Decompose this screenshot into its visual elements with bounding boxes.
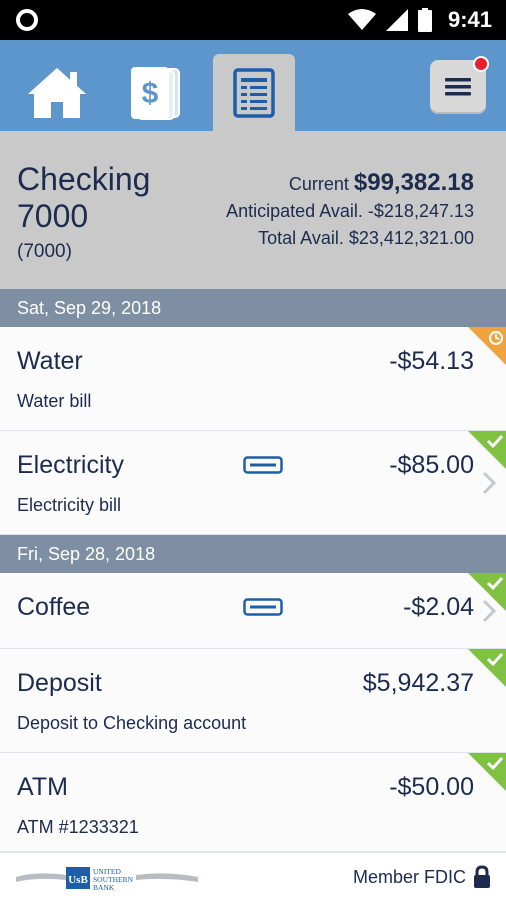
tab-transfers[interactable]: $ (114, 54, 196, 131)
transaction-row-coffee[interactable]: Coffee -$2.04 (0, 573, 506, 649)
anticipated-balance-row: Anticipated Avail. -$218,247.13 (226, 198, 474, 225)
top-navigation: $ (0, 40, 506, 131)
cell-signal-icon (385, 9, 408, 31)
cleared-check-icon (468, 649, 506, 687)
register-list-icon (233, 67, 275, 118)
account-summary: Checking 7000 (7000) Current $99,382.18 … (0, 131, 506, 289)
transaction-title: Electricity (17, 451, 124, 479)
svg-text:BANK: BANK (93, 883, 115, 892)
hamburger-menu-icon (445, 78, 471, 96)
transaction-amount: -$2.04 (403, 593, 474, 621)
transaction-description: Electricity bill (17, 495, 122, 515)
current-balance: $99,382.18 (353, 169, 474, 196)
date-header: Sat, Sep 29, 2018 (0, 289, 506, 327)
anticipated-balance: -$218,247.13 (367, 201, 474, 221)
footer: UsB UNITED SOUTHERN BANK Member FDIC (0, 852, 506, 900)
tab-home[interactable] (16, 54, 98, 131)
card-transaction-icon (243, 598, 283, 616)
cleared-check-icon (468, 753, 506, 791)
chevron-right-icon (482, 471, 496, 495)
card-transaction-icon (243, 456, 283, 474)
transaction-description: Water bill (17, 391, 92, 411)
transaction-amount: -$50.00 (389, 773, 474, 801)
total-available-label: Total Avail. (258, 228, 344, 248)
transaction-title: Water (17, 347, 83, 375)
svg-text:UsB: UsB (68, 874, 88, 886)
account-balances: Current $99,382.18 Anticipated Avail. -$… (226, 169, 474, 252)
status-bar: 9:41 (0, 0, 506, 40)
notification-badge (473, 56, 489, 72)
transaction-title: Deposit (17, 669, 102, 697)
transaction-row-electricity[interactable]: Electricity Electricity bill -$85.00 (0, 431, 506, 535)
status-icons: 9:41 (347, 0, 492, 40)
cleared-check-icon (468, 573, 506, 611)
transaction-amount: -$85.00 (389, 451, 474, 479)
anticipated-label: Anticipated Avail. (226, 201, 363, 221)
current-label: Current (288, 174, 349, 194)
transaction-description: Deposit to Checking account (17, 713, 247, 733)
account-number: (7000) (17, 241, 72, 262)
menu-button[interactable] (430, 56, 489, 114)
total-available-row: Total Avail. $23,412,321.00 (226, 225, 474, 252)
member-fdic-label: Member FDIC (352, 867, 466, 887)
cleared-check-icon (468, 431, 506, 469)
transaction-amount: $5,942.37 (362, 669, 474, 697)
total-available-balance: $23,412,321.00 (348, 228, 474, 248)
battery-icon (417, 8, 432, 32)
transaction-row-atm[interactable]: ATM ATM #1233321 -$50.00 (0, 753, 506, 852)
transaction-amount: -$54.13 (389, 347, 474, 375)
wifi-icon (347, 9, 376, 30)
transaction-description: ATM #1233321 (17, 817, 139, 837)
transaction-title: Coffee (17, 593, 91, 621)
transaction-row-deposit[interactable]: Deposit Deposit to Checking account $5,9… (0, 649, 506, 753)
lock-icon (474, 865, 490, 888)
date-header: Fri, Sep 28, 2018 (0, 535, 506, 573)
notification-circle-icon (16, 9, 38, 31)
bank-logo: UsB UNITED SOUTHERN BANK (16, 867, 198, 892)
dollar-bill-icon: $ (131, 66, 180, 120)
pending-clock-icon (468, 327, 506, 365)
clock: 9:41 (447, 7, 492, 32)
svg-text:$: $ (142, 77, 159, 110)
account-name: Checking 7000 (17, 161, 151, 234)
transaction-row-water[interactable]: Water Water bill -$54.13 (0, 327, 506, 431)
current-balance-row: Current $99,382.18 (226, 169, 474, 198)
transaction-title: ATM (17, 773, 68, 801)
home-icon (28, 67, 86, 118)
tab-register[interactable] (213, 54, 295, 131)
